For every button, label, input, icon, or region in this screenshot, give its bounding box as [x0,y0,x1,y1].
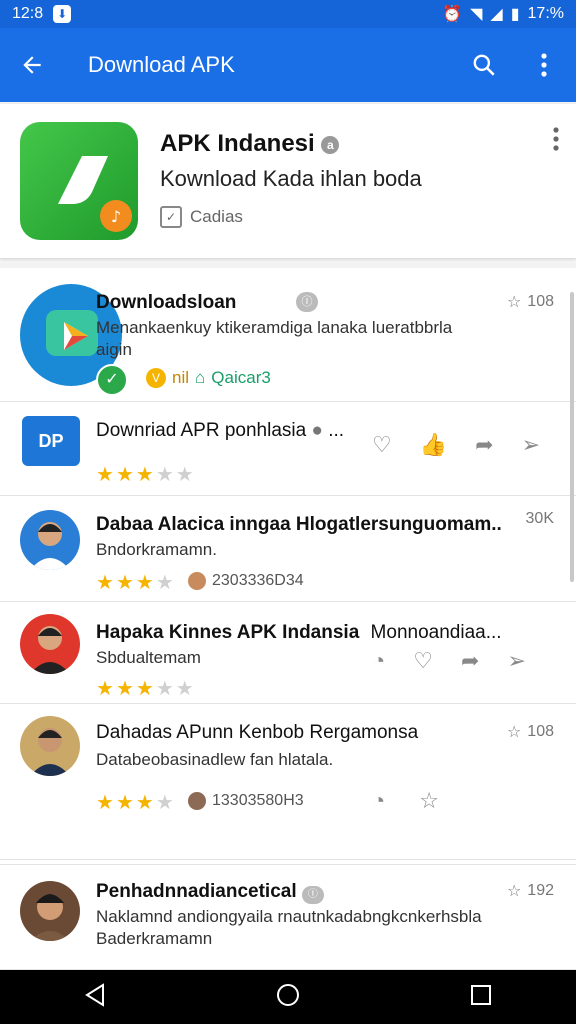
verified-icon: a [321,135,340,154]
info-icon: ● [311,420,323,441]
info-icon: Ⓘ [301,886,324,904]
featured-app-title: APK Indanesi a [160,130,340,158]
avatar [20,716,80,776]
heart-icon[interactable]: ♡ [372,432,392,458]
app-logo: ♪ [20,122,138,240]
featured-app-category: ✓ Cadias [160,206,243,228]
app-list: ✓ Downloadsloan Ⓘ Menankaenkuy ktikeramd… [0,268,576,970]
clock-icon[interactable]: ◔ [372,788,385,814]
star-outline-icon[interactable]: ☆ [419,788,439,814]
coin-icon: V [146,368,166,388]
nav-back-icon[interactable] [84,982,106,1012]
more-vert-icon[interactable] [552,126,560,157]
list-item[interactable]: Hapaka Kinnes APK Indansia Monnoandiaa..… [0,602,576,704]
home-icon: ⌂ [195,368,206,387]
status-bar: 12:8 ⬇ ⏰ ◥ ◢ ▮ 17:% [0,0,576,28]
share-icon[interactable]: ➦ [461,648,479,674]
system-nav-bar [0,970,576,1024]
featured-app-card[interactable]: ♪ APK Indanesi a Kownload Kada ihlan bod… [0,104,576,258]
app-logo: DP [22,416,80,466]
rating-stars: ★ ★ ★ ★ [96,572,174,594]
item-extra: 13303580H3 [188,792,304,810]
nav-recents-icon[interactable] [470,984,492,1011]
alarm-icon: ⏰ [442,6,463,23]
search-icon[interactable] [464,45,504,85]
item-description-2: Baderkramamn [96,929,213,948]
list-item[interactable]: ✓ Downloadsloan Ⓘ Menankaenkuy ktikeramd… [0,268,576,402]
rating-stars: ★ ★ ★ ★ [96,792,174,814]
signal-icon: ◢ [490,6,503,23]
avatar [20,881,80,941]
verified-badge-icon: ✓ [96,364,128,396]
user-avatar-icon [188,792,206,810]
nav-home-icon[interactable] [275,982,301,1013]
item-title: Dahadas APunn Kenbob Rergamonsa [96,722,419,743]
info-icon: Ⓘ [296,292,318,312]
item-description: Bndorkramamn. [96,540,217,559]
notification-icon: ⬇ [53,5,72,23]
send-icon[interactable]: ➢ [522,432,540,458]
battery-icon: ▮ [510,6,520,23]
star-outline-icon: ☆ [506,883,522,900]
item-actions: ◔ ☆ [372,788,439,814]
item-meta: ☆ 108 [506,293,554,311]
send-icon[interactable]: ➢ [507,648,525,674]
item-actions: ♡ 👍 ➦ ➢ [372,432,540,458]
scrollbar[interactable] [570,292,574,582]
item-title: Downloadsloan [96,292,237,313]
item-title: Penhadnnadiancetical Ⓘ [96,881,324,904]
battery-level: 17:% [527,5,564,22]
list-item[interactable]: Dabaa Alacica inngaa Hlogatlersunguomam.… [0,496,576,602]
avatar [20,510,80,570]
more-vert-icon[interactable] [524,45,564,85]
item-description-2: aigin [96,340,132,359]
list-item[interactable]: Penhadnnadiancetical Ⓘ Naklamnd andiongy… [0,864,576,970]
app-bar: Download APK [0,28,576,102]
item-title: Downriad APR ponhlasia ● ... [96,420,345,441]
item-meta: ☆ 108 [506,723,554,741]
item-meta: 30K [525,510,554,527]
wifi-icon: ◥ [470,6,483,23]
item-actions: ◔ ♡ ➦ ➢ [372,648,526,674]
item-title: Dabaa Alacica inngaa Hlogatlersunguomam.… [96,514,502,535]
checkbox-icon: ✓ [160,206,182,228]
back-button[interactable] [12,45,52,85]
list-item[interactable]: DP Downriad APR ponhlasia ● ... ★ ★ ★ ★ ★ ♡ … [0,402,576,496]
item-title: Hapaka Kinnes APK Indansia Monnoandiaa..… [96,622,502,643]
heart-icon[interactable]: ♡ [413,648,433,674]
featured-app-subtitle: Kownload Kada ihlan boda [160,166,422,191]
rating-stars: ★ ★ ★ ★ ★ [96,464,194,486]
item-description: Menankaenkuy ktikeramdiga lanaka lueratb… [96,318,453,337]
like-icon[interactable]: 👍 [420,432,447,458]
page-title: Download APK [88,52,235,77]
star-outline-icon: ☆ [506,724,522,741]
item-description: Sbdualtemam [96,648,201,667]
item-meta: ☆ 192 [506,882,554,900]
user-avatar-icon [188,572,206,590]
share-icon[interactable]: ➦ [475,432,493,458]
avatar [20,614,80,674]
status-time: 12:8 [12,5,44,22]
list-item[interactable]: Dahadas APunn Kenbob Rergamonsa Databeob… [0,704,576,860]
svg-text:♪: ♪ [111,207,121,226]
item-description: Naklamnd andiongyaila rnautnkadabngkcnke… [96,907,482,926]
item-description: Databeobasinadlew fan hlatala. [96,750,334,769]
item-tags: V nil ⌂ Qaicar3 [146,368,271,388]
item-extra: 2303336D34 [188,572,304,590]
rating-stars: ★ ★ ★ ★ ★ [96,678,194,700]
star-outline-icon: ☆ [506,294,522,311]
clock-icon[interactable]: ◔ [372,648,385,674]
